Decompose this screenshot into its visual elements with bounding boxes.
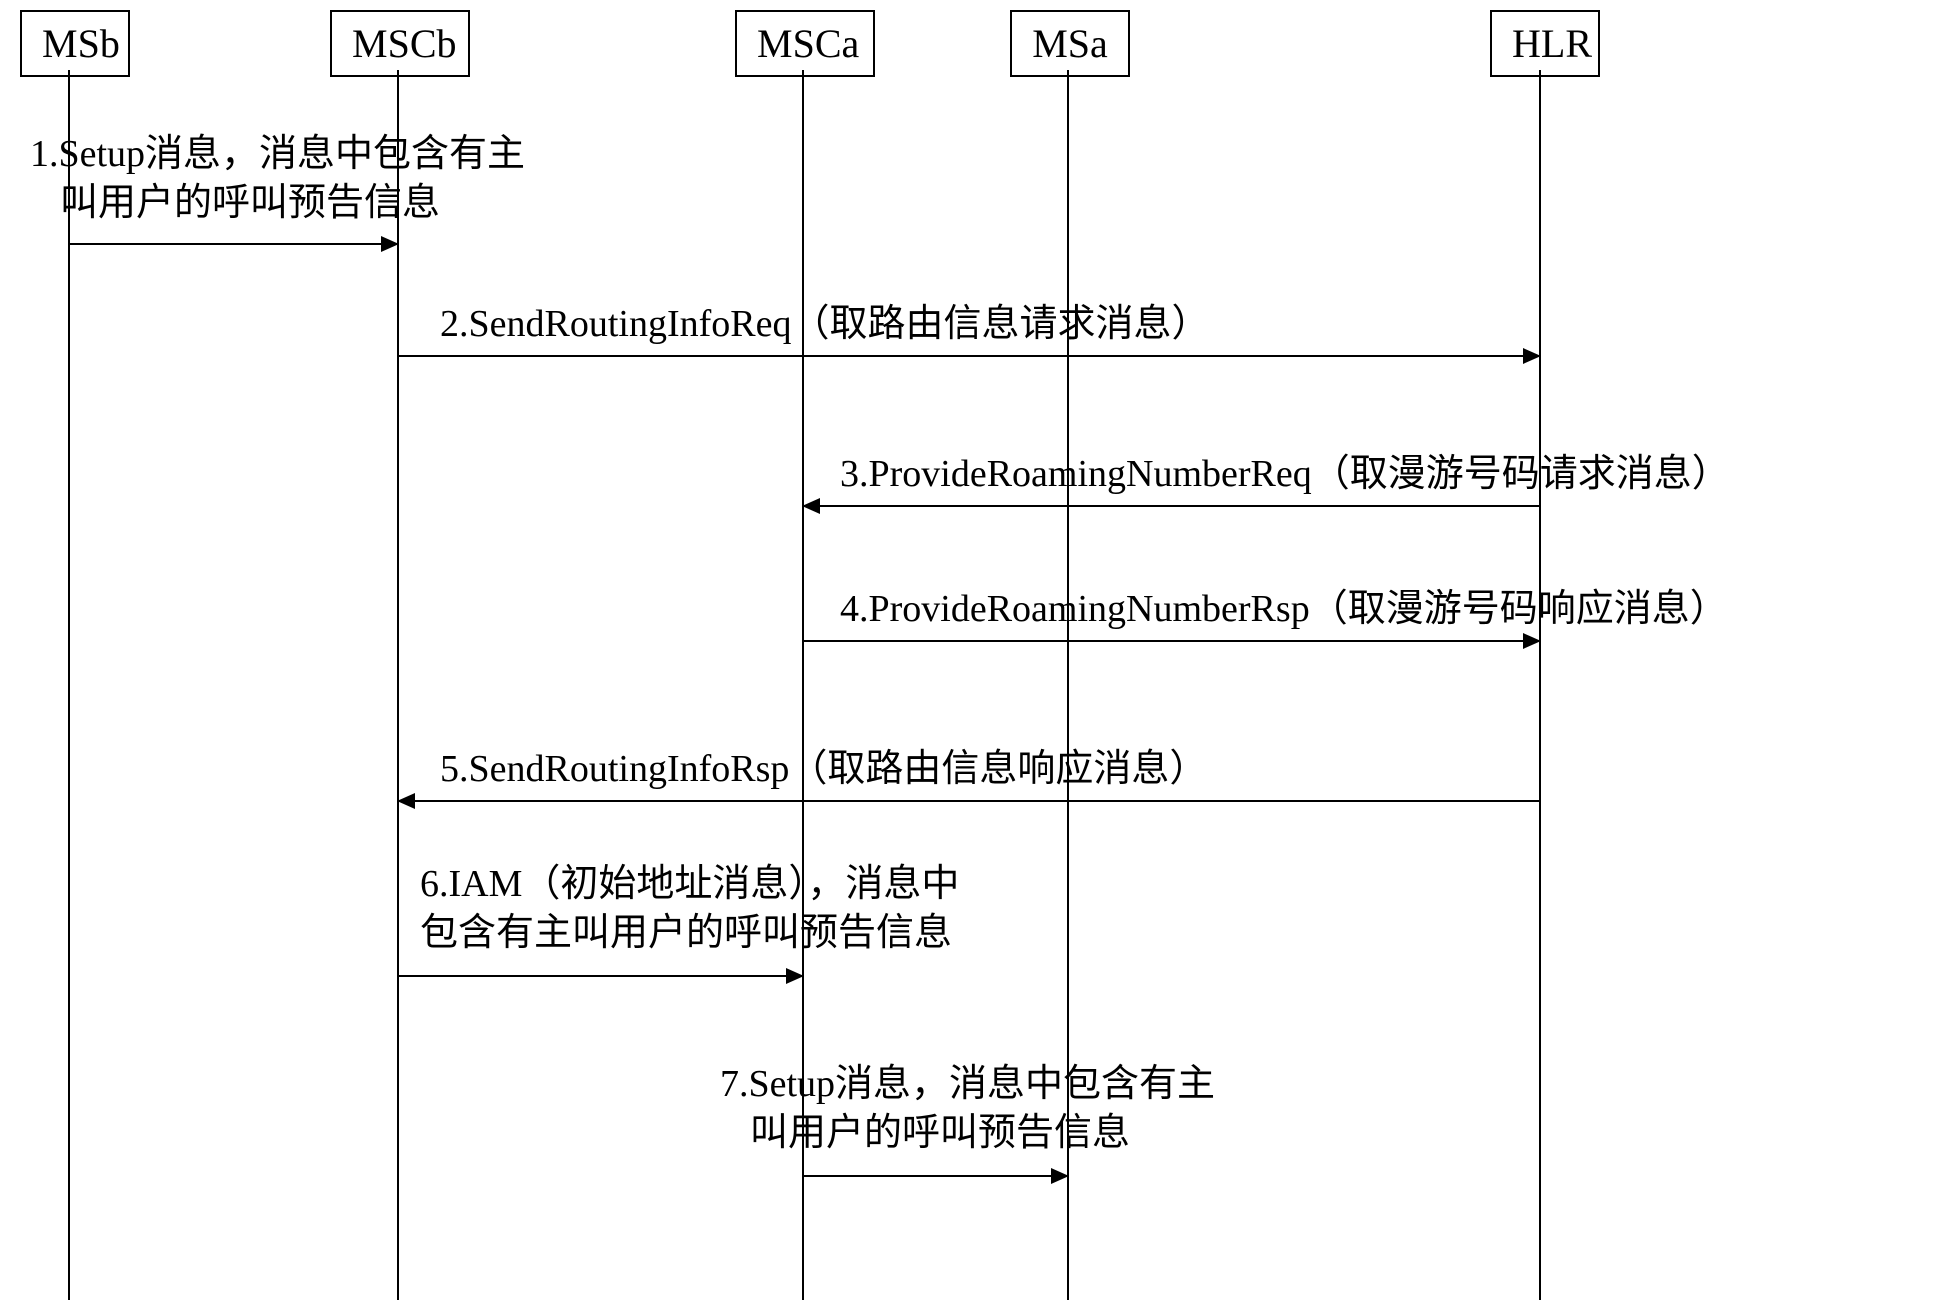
message-4-arrow <box>804 640 1539 642</box>
message-5-label: 5.SendRoutingInfoRsp（取路由信息响应消息） <box>440 745 1207 794</box>
message-2-label: 2.SendRoutingInfoReq（取路由信息请求消息） <box>440 300 1209 349</box>
message-1-label: 1.Setup消息，消息中包含有主 叫用户的呼叫预告信息 <box>30 130 525 229</box>
message-5-arrow <box>399 800 1540 802</box>
message-6-label: 6.IAM（初始地址消息），消息中 包含有主叫用户的呼叫预告信息 <box>420 860 959 959</box>
message-line: 7.Setup消息，消息中包含有主 <box>720 1060 1215 1109</box>
participant-label: MSb <box>42 21 120 66</box>
sequence-diagram: MSb MSCb MSCa MSa HLR 1.Setup消息，消息中包含有主 … <box>0 0 1948 1316</box>
message-1-arrow <box>70 243 397 245</box>
arrowhead-icon <box>786 968 804 984</box>
message-6-arrow <box>399 975 802 977</box>
message-4-label: 4.ProvideRoamingNumberRsp（取漫游号码响应消息） <box>840 585 1728 634</box>
message-2-arrow <box>399 355 1539 357</box>
message-line: 包含有主叫用户的呼叫预告信息 <box>420 909 959 958</box>
message-7-arrow <box>804 1175 1067 1177</box>
participant-msb: MSb <box>20 10 130 77</box>
message-7-label: 7.Setup消息，消息中包含有主 叫用户的呼叫预告信息 <box>720 1060 1215 1159</box>
participant-msca: MSCa <box>735 10 875 77</box>
message-line: 叫用户的呼叫预告信息 <box>720 1109 1215 1158</box>
message-3-label: 3.ProvideRoamingNumberReq（取漫游号码请求消息） <box>840 450 1730 499</box>
lifeline-msb <box>68 70 70 1300</box>
lifeline-hlr <box>1539 70 1541 1300</box>
message-line: 叫用户的呼叫预告信息 <box>30 179 525 228</box>
participant-mscb: MSCb <box>330 10 470 77</box>
message-line: 6.IAM（初始地址消息），消息中 <box>420 860 959 909</box>
arrowhead-icon <box>1523 633 1541 649</box>
participant-label: HLR <box>1512 21 1592 66</box>
arrowhead-icon <box>1523 348 1541 364</box>
participant-msa: MSa <box>1010 10 1130 77</box>
arrowhead-icon <box>397 793 415 809</box>
participant-hlr: HLR <box>1490 10 1600 77</box>
message-3-arrow <box>804 505 1540 507</box>
participant-label: MSCa <box>757 21 859 66</box>
arrowhead-icon <box>381 236 399 252</box>
participant-label: MSCb <box>352 21 457 66</box>
participant-label: MSa <box>1032 21 1108 66</box>
arrowhead-icon <box>802 498 820 514</box>
lifeline-mscb <box>397 70 399 1300</box>
arrowhead-icon <box>1051 1168 1069 1184</box>
message-line: 1.Setup消息，消息中包含有主 <box>30 130 525 179</box>
